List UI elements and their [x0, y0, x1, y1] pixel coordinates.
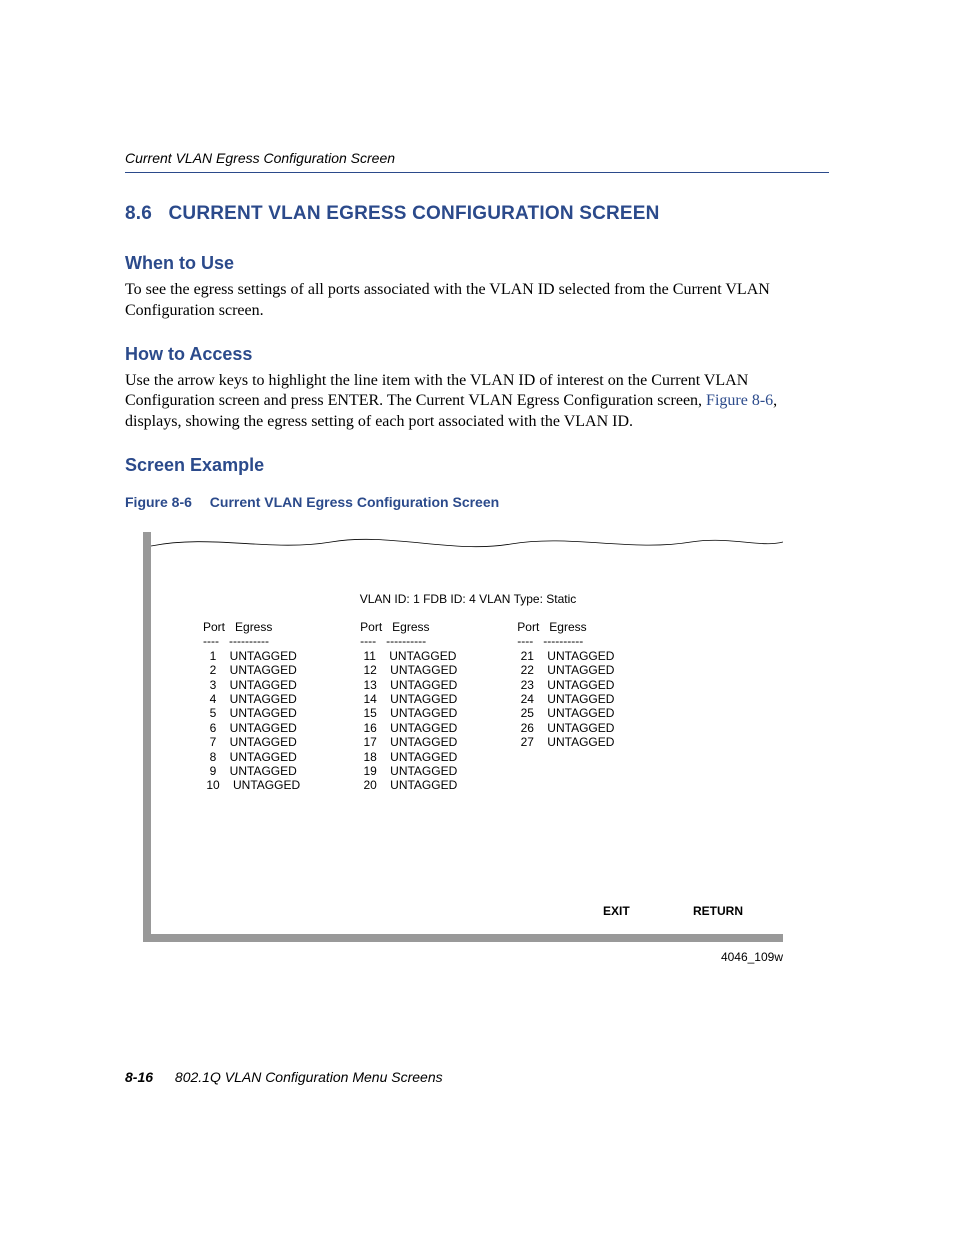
figure-label: Figure 8-6: [125, 494, 192, 510]
port-row: 16 UNTAGGED: [360, 721, 457, 735]
subheading-how-to-access: How to Access: [125, 344, 829, 365]
port-row: 11 UNTAGGED: [360, 649, 457, 663]
port-row: 21 UNTAGGED: [517, 649, 614, 663]
port-row: 24 UNTAGGED: [517, 692, 614, 706]
when-to-use-body: To see the egress settings of all ports …: [125, 280, 829, 322]
column-divider: ---- ----------: [203, 634, 300, 648]
how-to-access-body: Use the arrow keys to highlight the line…: [125, 371, 829, 433]
running-head: Current VLAN Egress Configuration Screen: [125, 150, 829, 173]
port-egress-column: Port Egress---- ---------- 1 UNTAGGED 2 …: [203, 620, 300, 793]
port-row: 5 UNTAGGED: [203, 706, 300, 720]
port-row: 7 UNTAGGED: [203, 735, 300, 749]
page-number: 8-16: [125, 1069, 153, 1085]
section-heading: 8.6 CURRENT VLAN EGRESS CONFIGURATION SC…: [125, 203, 829, 225]
screen-figure: VLAN ID: 1 FDB ID: 4 VLAN Type: Static P…: [143, 532, 783, 942]
figure-cross-reference[interactable]: Figure 8-6: [706, 392, 773, 409]
port-row: 2 UNTAGGED: [203, 663, 300, 677]
section-title: CURRENT VLAN EGRESS CONFIGURATION SCREEN: [168, 203, 659, 224]
port-row: 1 UNTAGGED: [203, 649, 300, 663]
return-button[interactable]: RETURN: [693, 904, 743, 918]
port-row: 8 UNTAGGED: [203, 750, 300, 764]
port-row: 22 UNTAGGED: [517, 663, 614, 677]
section-number: 8.6: [125, 203, 163, 225]
footer-title: 802.1Q VLAN Configuration Menu Screens: [175, 1069, 443, 1085]
port-row: 3 UNTAGGED: [203, 678, 300, 692]
subheading-screen-example: Screen Example: [125, 455, 829, 476]
port-row: 25 UNTAGGED: [517, 706, 614, 720]
column-divider: ---- ----------: [360, 634, 457, 648]
figure-caption-text: Current VLAN Egress Configuration Screen: [210, 494, 499, 510]
port-row: 15 UNTAGGED: [360, 706, 457, 720]
port-egress-column: Port Egress---- ---------- 11 UNTAGGED 1…: [360, 620, 457, 793]
screen-title: VLAN ID: 1 FDB ID: 4 VLAN Type: Static: [183, 592, 753, 606]
port-row: 20 UNTAGGED: [360, 778, 457, 792]
page-footer: 8-16 802.1Q VLAN Configuration Menu Scre…: [125, 1069, 443, 1085]
port-egress-column: Port Egress---- ---------- 21 UNTAGGED 2…: [517, 620, 614, 793]
port-row: 13 UNTAGGED: [360, 678, 457, 692]
column-header: Port Egress: [517, 620, 614, 634]
port-row: 6 UNTAGGED: [203, 721, 300, 735]
subheading-when-to-use: When to Use: [125, 253, 829, 274]
port-row: 10 UNTAGGED: [203, 778, 300, 792]
column-header: Port Egress: [360, 620, 457, 634]
port-row: 14 UNTAGGED: [360, 692, 457, 706]
figure-caption: Figure 8-6 Current VLAN Egress Configura…: [125, 494, 829, 510]
port-row: 9 UNTAGGED: [203, 764, 300, 778]
port-row: 17 UNTAGGED: [360, 735, 457, 749]
port-row: 23 UNTAGGED: [517, 678, 614, 692]
exit-button[interactable]: EXIT: [603, 904, 630, 918]
figure-code: 4046_109w: [721, 950, 783, 964]
port-row: 26 UNTAGGED: [517, 721, 614, 735]
port-row: 12 UNTAGGED: [360, 663, 457, 677]
column-divider: ---- ----------: [517, 634, 614, 648]
port-row: 18 UNTAGGED: [360, 750, 457, 764]
column-header: Port Egress: [203, 620, 300, 634]
port-row: 27 UNTAGGED: [517, 735, 614, 749]
port-row: 19 UNTAGGED: [360, 764, 457, 778]
port-row: 4 UNTAGGED: [203, 692, 300, 706]
how-body-pre: Use the arrow keys to highlight the line…: [125, 372, 748, 410]
